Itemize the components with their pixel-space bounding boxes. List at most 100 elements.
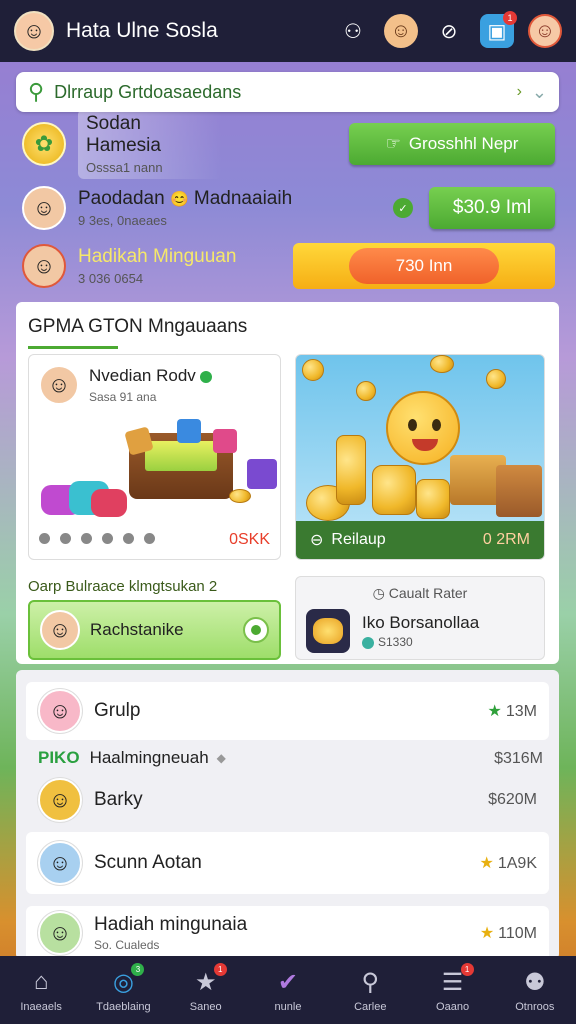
card-value: 0SKK [229, 531, 270, 548]
diamond-icon: ◆ [216, 751, 226, 765]
profile-avatar-icon[interactable]: ☺ [384, 14, 418, 48]
card-sub: Sasa 91 ana [89, 390, 157, 404]
sub-header-label: Haalmingneuah [89, 748, 209, 767]
user-avatar: ☺ [38, 911, 82, 955]
group-icon[interactable]: ⚇ [336, 14, 370, 48]
user-avatar: ☺ [39, 365, 79, 405]
title-underline [28, 346, 118, 349]
list-item-value: 110M [498, 925, 537, 942]
side-card[interactable]: ◷ Caualt Rater Iko Borsanollaa S1330 [295, 576, 545, 660]
nav-label: Tdaeblaing [96, 1001, 151, 1013]
reward-button[interactable]: 730 Inn [293, 243, 555, 289]
nav-menu[interactable]: ☰ 1 Oaano [411, 956, 493, 1024]
promo-row[interactable]: ✿ Sodan Hamesia Osssa1 nann ☞ Grosshhl Ne… [22, 109, 555, 179]
face-icon: ☺ [32, 253, 56, 278]
chat-icon[interactable]: ▣ 1 [480, 11, 517, 48]
promo-name-2: Madnaaiaih [193, 188, 293, 209]
mascot-illustration [386, 391, 460, 465]
person-icon: ⚉ [524, 968, 546, 996]
arrow-right-icon: › [516, 83, 522, 100]
nav-badge: 3 [131, 963, 145, 976]
check-circle-icon: ✔ [277, 968, 299, 996]
sub-header-value: $316M [494, 750, 543, 767]
promo-sub: 9 3es, 0naeaes [78, 213, 167, 228]
app-avatar[interactable]: ☺ [14, 11, 54, 51]
tag-label: PIKO [38, 748, 80, 767]
list-item-value: $620M [488, 791, 537, 808]
promo-action-button[interactable]: ☞ Grosshhl Nepr [349, 123, 555, 165]
promo-sub: 3 036 0654 [78, 271, 144, 286]
coin-stack [416, 479, 450, 519]
user-avatar: ☺ [22, 244, 66, 288]
list-item[interactable]: ☺ Scunn Aotan ★ 1A9K [26, 832, 549, 894]
list-item-name: Barky [94, 789, 143, 810]
promo-row[interactable]: ☺ Hadikah Minguuan 3 036 0654 730 Inn [22, 240, 555, 292]
promo-name: Hadikah Minguuan [78, 246, 237, 267]
search-icon: ⚲ [28, 79, 45, 104]
select-toggle[interactable] [243, 617, 269, 643]
promo-row[interactable]: ☺ Paodadan 😊 Madnaaiaih 9 3es, 0naeaes ✓… [22, 182, 555, 234]
leaderboard-list: ☺ Grulp ★ 13M PIKO Haalmingneuah ◆ $316M ☺ … [16, 670, 559, 960]
list-item-value: 13M [505, 703, 537, 720]
side-name: Iko Borsanollaa [362, 613, 480, 632]
face-icon: ☺ [22, 18, 46, 43]
chat-badge: 1 [503, 11, 517, 25]
side-header: Caualt Rater [388, 585, 468, 601]
reward-button-label: 730 Inn [349, 248, 499, 284]
highlight-card[interactable]: ☺ Rachstanike [28, 600, 281, 660]
featured-panel: GPMA GTON Mngauaans ☺ Nvedian Rodv Sasa … [16, 302, 559, 664]
user-avatar: ☺ [22, 186, 66, 230]
block-icon [177, 419, 201, 443]
card-title: Nvedian Rodv [89, 366, 196, 385]
online-status-icon [199, 370, 212, 383]
list-item-name: Hadiah mingunaia [94, 914, 248, 935]
home-icon: ⌂ [33, 968, 49, 995]
nav-label: Carlee [354, 1001, 387, 1013]
game-card[interactable]: ☺ Nvedian Rodv Sasa 91 ana 0SKK [28, 354, 281, 560]
coin-icon [302, 359, 324, 381]
nav-home[interactable]: ⌂ Inaeaels [0, 956, 82, 1024]
nav-profile[interactable]: ⚉ Otnroos [494, 956, 576, 1024]
user-avatar: ☺ [38, 689, 82, 733]
promo-sub: Osssa1 nann [86, 160, 163, 175]
ranking-label: Oarp Bulraace klmgtsukan 2 [28, 578, 218, 595]
compass-icon[interactable]: ⊘ [432, 14, 466, 48]
list-item-value: 1A9K [497, 855, 537, 872]
mascot-icon [306, 609, 350, 653]
nav-target[interactable]: ◎ 3 Tdaeblaing [82, 956, 164, 1024]
search-input[interactable] [54, 81, 517, 103]
reward-card[interactable]: ⊖ Reilaup 0 2RM [295, 354, 545, 560]
nav-star[interactable]: ★ 1 Saneo [165, 956, 247, 1024]
face-icon: ☺ [48, 850, 72, 875]
face-icon: ☺ [48, 787, 72, 812]
hand-icon: ☞ [385, 134, 401, 153]
coin-stack [336, 435, 366, 505]
side-sub: S1330 [378, 635, 413, 649]
user-avatar-icon[interactable]: ☺ [528, 14, 562, 48]
user-avatar: ☺ [38, 841, 82, 885]
nav-badge: 1 [213, 963, 227, 976]
nav-search[interactable]: ⚲ Carlee [329, 956, 411, 1024]
list-item[interactable]: ☺ Barky $620M [26, 772, 549, 828]
face-icon: ☺ [48, 920, 72, 945]
nav-check[interactable]: ✔ nunle [247, 956, 329, 1024]
nav-label: Inaeaels [20, 1001, 62, 1013]
carousel-dots[interactable] [39, 533, 165, 544]
face-icon: ☺ [47, 372, 71, 397]
nav-label: nunle [274, 1001, 302, 1013]
list-item[interactable]: ☺ Grulp ★ 13M [26, 682, 549, 740]
coin-stack [372, 465, 416, 515]
coin-icon [430, 355, 454, 373]
status-icon [362, 636, 374, 649]
face-icon: ☺ [32, 195, 56, 220]
search-bar[interactable]: ⚲ › ⌄ [16, 72, 559, 112]
list-item-sub: So. Cualeds [94, 938, 160, 952]
top-app-bar: ☺ Hata Ulne Sosla ⚇ ☺ ⊘ ▣ 1 ☺ [0, 0, 576, 62]
user-avatar: ☺ [40, 610, 80, 650]
list-item[interactable]: ☺ Hadiah mingunaia So. Cualeds ★ 110M [26, 906, 549, 960]
star-icon: ★ [479, 855, 494, 872]
price-button[interactable]: $30.9 Iml [429, 187, 555, 229]
search-icon: ⚲ [361, 968, 380, 996]
chevron-down-icon[interactable]: ⌄ [532, 82, 547, 103]
nav-badge: 1 [460, 963, 474, 976]
